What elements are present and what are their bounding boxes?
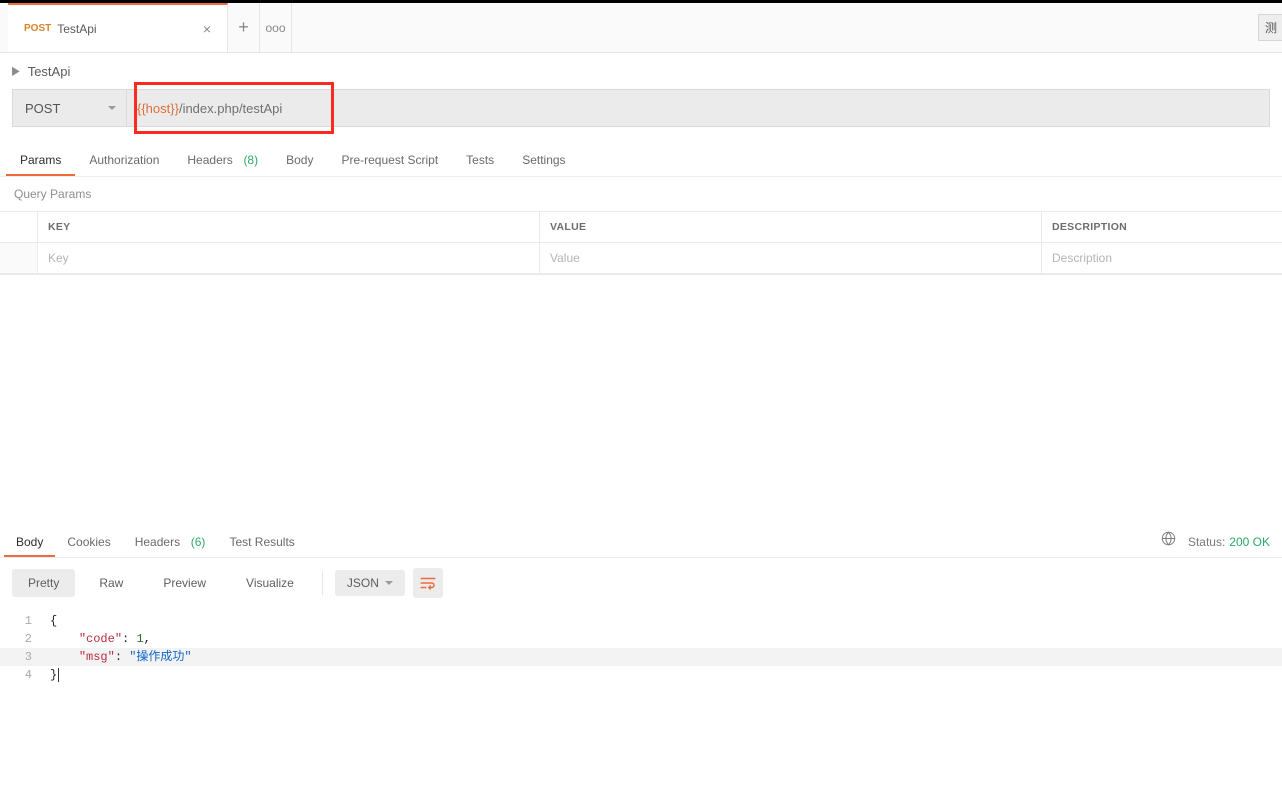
url-path: /index.php/testApi [179,101,282,116]
format-value: JSON [347,576,379,590]
response-tabs: Body Cookies Headers (6) Test Results St… [0,523,1282,558]
resp-tab-headers[interactable]: Headers (6) [123,525,218,557]
col-description: DESCRIPTION [1042,212,1282,243]
new-tab-button[interactable]: + [228,3,260,52]
request-url-input[interactable]: {{host}}/index.php/testApi [127,89,1270,127]
plus-icon: + [238,17,249,38]
tab-headers-label: Headers [187,153,232,167]
format-select[interactable]: JSON [335,570,405,596]
resp-tab-cookies[interactable]: Cookies [55,525,122,557]
tab-prerequest[interactable]: Pre-request Script [327,143,452,176]
breadcrumb: ▶ TestApi [0,53,1282,89]
wrap-lines-icon[interactable] [413,568,443,598]
chevron-right-icon[interactable]: ▶ [12,64,20,77]
params-row[interactable] [0,243,1282,274]
tab-body[interactable]: Body [272,143,327,176]
more-tabs-button[interactable]: ooo [260,3,292,52]
tab-title: TestApi [57,22,199,36]
tab-authorization[interactable]: Authorization [75,143,173,176]
tabs-row: POST TestApi × + ooo 测 [0,3,1282,53]
params-table: KEY VALUE DESCRIPTION [0,211,1282,275]
visualize-button[interactable]: Visualize [230,569,310,597]
tab-headers[interactable]: Headers (8) [173,143,272,176]
param-desc-input[interactable] [1052,251,1272,265]
request-tab[interactable]: POST TestApi × [8,3,228,52]
resp-tab-body[interactable]: Body [4,525,55,557]
right-panel-button[interactable]: 测 [1258,14,1282,41]
close-icon[interactable]: × [199,17,215,41]
col-value: VALUE [540,212,1042,243]
breadcrumb-title[interactable]: TestApi [28,64,71,79]
line-number: 1 [0,612,50,630]
line-number: 4 [0,666,50,684]
pretty-button[interactable]: Pretty [12,569,75,597]
resp-tab-test-results[interactable]: Test Results [217,525,306,557]
status-value: 200 OK [1229,535,1270,557]
line-number: 3 [0,648,50,666]
param-key-input[interactable] [48,251,529,265]
query-params-heading: Query Params [0,177,1282,211]
code-line: } [50,666,1282,684]
code-line: { [50,612,1282,630]
col-key: KEY [38,212,540,243]
code-line: "code": 1, [50,630,1282,648]
code-line: "msg": "操作成功" [50,648,1282,666]
http-method-select[interactable]: POST [12,89,127,127]
response-body-editor[interactable]: 1{ 2 "code": 1, 3 "msg": "操作成功" 4} [0,608,1282,688]
ellipsis-icon: ooo [265,21,285,35]
param-value-input[interactable] [550,251,1031,265]
resp-headers-label: Headers [135,535,180,549]
url-variable: {{host}} [137,101,179,116]
raw-button[interactable]: Raw [83,569,139,597]
globe-icon[interactable] [1161,531,1176,557]
line-number: 2 [0,630,50,648]
resp-headers-count: (6) [191,535,206,549]
params-header-row: KEY VALUE DESCRIPTION [0,212,1282,243]
request-subtabs: Params Authorization Headers (8) Body Pr… [0,143,1282,177]
tab-params[interactable]: Params [6,143,75,176]
http-method-value: POST [25,101,60,116]
response-toolbar: Pretty Raw Preview Visualize JSON [0,558,1282,608]
tab-settings[interactable]: Settings [508,143,579,176]
preview-button[interactable]: Preview [147,569,222,597]
tab-tests[interactable]: Tests [452,143,508,176]
tab-method-badge: POST [24,23,51,34]
text-cursor [58,668,59,682]
headers-count: (8) [243,153,258,167]
request-bar: POST {{host}}/index.php/testApi [12,89,1270,127]
status-label: Status: [1188,535,1225,557]
